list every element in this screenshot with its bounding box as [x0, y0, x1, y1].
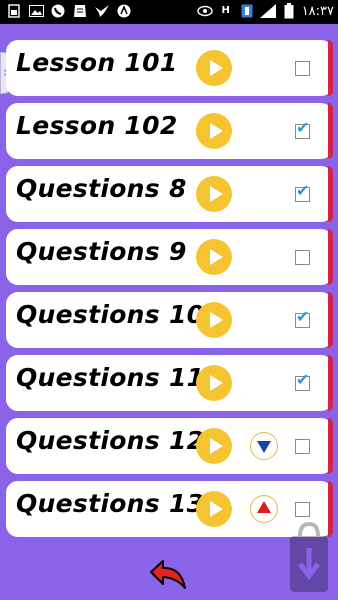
lesson-checkbox[interactable]: ✔ [295, 61, 310, 76]
checkmark-icon: ✔ [296, 118, 310, 137]
checkmark-icon: ✔ [296, 370, 310, 389]
data-hplus-icon: H [221, 5, 230, 16]
sim-icon [6, 3, 22, 19]
lesson-row[interactable]: Lesson 101 ✔ [6, 40, 333, 96]
play-button-icon[interactable] [196, 113, 232, 149]
lesson-title: Lesson 102 [16, 111, 178, 140]
lesson-title: Questions 8 [16, 174, 187, 203]
eye-icon [196, 3, 213, 19]
lesson-title: Questions 9 [16, 237, 187, 266]
up-arrow-icon[interactable] [250, 495, 278, 523]
play-button-icon[interactable] [196, 491, 232, 527]
row-accent-strip [328, 229, 333, 285]
lesson-title: Lesson 101 [16, 48, 178, 77]
system-icons: H ۱۸:۳۷ [196, 3, 334, 19]
row-accent-strip [328, 103, 333, 159]
lesson-title: Questions 11 [16, 363, 205, 392]
call-icon [50, 3, 66, 19]
down-arrow-icon[interactable] [250, 432, 278, 460]
lesson-checkbox[interactable]: ✔ [295, 309, 310, 328]
bird-icon [94, 3, 110, 19]
status-bar: H ۱۸:۳۷ [0, 0, 338, 24]
row-accent-strip [328, 418, 333, 474]
back-arrow-icon [150, 560, 186, 589]
lesson-title: Questions 10 [16, 300, 205, 329]
row-accent-strip [328, 40, 333, 96]
store-watermark-icon [286, 520, 332, 598]
play-button-icon[interactable] [196, 239, 232, 275]
row-accent-strip [328, 166, 333, 222]
status-time: ۱۸:۳۷ [301, 3, 334, 19]
mail-icon [72, 3, 88, 19]
row-accent-strip [328, 355, 333, 411]
play-button-icon[interactable] [196, 302, 232, 338]
lesson-checkbox[interactable]: ✔ [295, 502, 310, 517]
play-button-icon[interactable] [196, 176, 232, 212]
signal-icon [259, 3, 276, 19]
lesson-checkbox[interactable]: ✔ [295, 372, 310, 391]
lesson-title: Questions 13 [16, 489, 205, 518]
checkmark-icon: ✔ [296, 307, 310, 326]
lesson-checkbox[interactable]: ✔ [295, 439, 310, 454]
lesson-row[interactable]: Questions 11 ✔ [6, 355, 333, 411]
lesson-checkbox[interactable]: ✔ [295, 250, 310, 265]
notification-icons [6, 3, 132, 19]
lesson-row[interactable]: Questions 10 ✔ [6, 292, 333, 348]
battery-icon [281, 3, 297, 19]
lesson-row[interactable]: Questions 13 ✔ [6, 481, 333, 537]
back-button[interactable] [147, 558, 191, 594]
play-button-icon[interactable] [196, 50, 232, 86]
lesson-row[interactable]: Questions 9 ✔ [6, 229, 333, 285]
lesson-checkbox[interactable]: ✔ [295, 183, 310, 202]
gallery-icon [28, 3, 44, 19]
checkmark-icon: ✔ [296, 181, 310, 200]
lesson-row[interactable]: Questions 8 ✔ [6, 166, 333, 222]
nav-app-icon [116, 3, 132, 19]
play-button-icon[interactable] [196, 365, 232, 401]
lesson-row[interactable]: Questions 12 ✔ [6, 418, 333, 474]
row-accent-strip [328, 292, 333, 348]
lesson-checkbox[interactable]: ✔ [295, 120, 310, 139]
play-button-icon[interactable] [196, 428, 232, 464]
sim-indicator-icon [239, 3, 255, 19]
lesson-title: Questions 12 [16, 426, 205, 455]
lesson-row[interactable]: Lesson 102 ✔ [6, 103, 333, 159]
